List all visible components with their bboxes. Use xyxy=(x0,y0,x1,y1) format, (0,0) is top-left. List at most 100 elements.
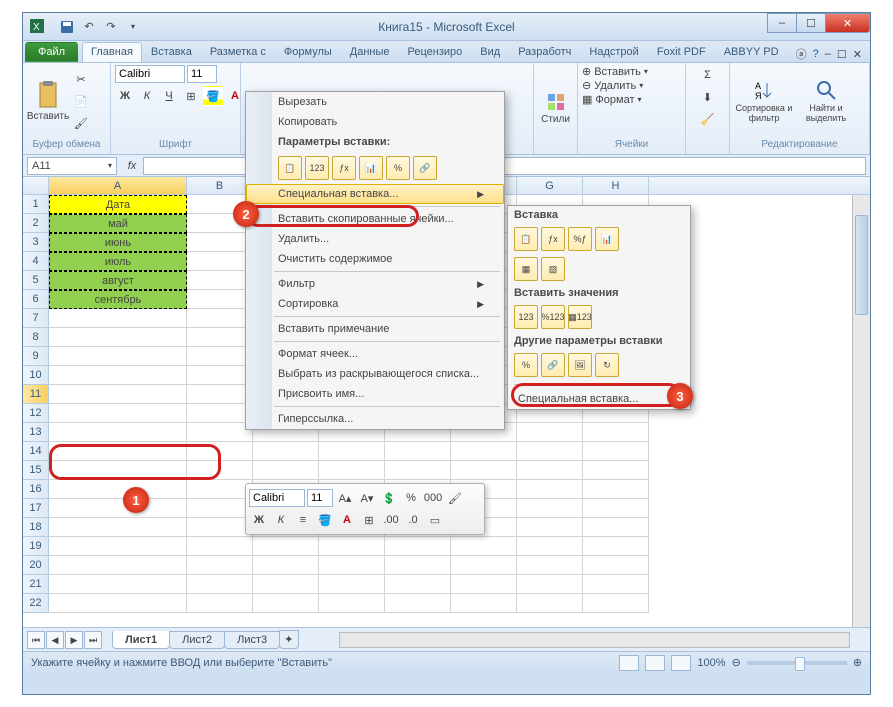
close-button[interactable]: ✕ xyxy=(825,13,870,33)
cell-B11[interactable] xyxy=(187,385,253,404)
paste-option-3[interactable]: 📊 xyxy=(359,156,383,180)
ctx-insert-copied[interactable]: Вставить скопированные ячейки... xyxy=(246,209,504,229)
cell-A8[interactable] xyxy=(49,328,187,347)
cell-C20[interactable] xyxy=(253,556,319,575)
ctx-insert-comment[interactable]: Вставить примечание xyxy=(246,319,504,339)
qat-dropdown-icon[interactable]: ▾ xyxy=(123,17,143,37)
fx-button[interactable]: fx xyxy=(121,160,143,172)
cell-B18[interactable] xyxy=(187,518,253,537)
row-header-13[interactable]: 13 xyxy=(23,423,49,442)
mini-format-painter[interactable]: 🖌 xyxy=(445,488,465,508)
font-size-select[interactable] xyxy=(187,65,217,83)
row-header-9[interactable]: 9 xyxy=(23,347,49,366)
ctx-clear[interactable]: Очистить содержимое xyxy=(246,249,504,269)
cell-G17[interactable] xyxy=(517,499,583,518)
row-header-14[interactable]: 14 xyxy=(23,442,49,461)
submenu-opt-g4-2[interactable]: 🖼 xyxy=(568,353,592,377)
tab-7[interactable]: Разработч xyxy=(509,42,580,62)
select-all-corner[interactable] xyxy=(23,177,49,194)
italic-button[interactable]: К xyxy=(137,86,157,106)
cell-B20[interactable] xyxy=(187,556,253,575)
doc-close-icon[interactable]: ✕ xyxy=(853,48,862,61)
cell-F20[interactable] xyxy=(451,556,517,575)
cell-G13[interactable] xyxy=(517,423,583,442)
cell-D20[interactable] xyxy=(319,556,385,575)
sheet-tab-1[interactable]: Лист2 xyxy=(169,631,225,649)
mini-font-color[interactable]: A xyxy=(337,510,357,530)
sheet-tab-2[interactable]: Лист3 xyxy=(224,631,280,649)
ctx-cut[interactable]: Вырезать xyxy=(246,92,504,112)
insert-cells-button[interactable]: Вставить xyxy=(594,66,641,78)
cell-D19[interactable] xyxy=(319,537,385,556)
ctx-define-name[interactable]: Присвоить имя... xyxy=(246,384,504,404)
font-name-select[interactable] xyxy=(115,65,185,83)
fill-color-button[interactable]: 🪣 xyxy=(203,86,223,106)
cell-B9[interactable] xyxy=(187,347,253,366)
mini-font-name[interactable] xyxy=(249,489,305,507)
row-header-8[interactable]: 8 xyxy=(23,328,49,347)
mini-bold[interactable]: Ж xyxy=(249,510,269,530)
new-sheet-button[interactable]: ✦ xyxy=(279,630,299,649)
cell-D21[interactable] xyxy=(319,575,385,594)
cell-H13[interactable] xyxy=(583,423,649,442)
mini-borders[interactable]: ⊞ xyxy=(359,510,379,530)
zoom-slider[interactable] xyxy=(747,661,847,665)
cut-icon[interactable]: ✂ xyxy=(71,69,91,89)
normal-view-button[interactable] xyxy=(619,655,639,671)
cell-H16[interactable] xyxy=(583,480,649,499)
doc-max-icon[interactable]: ☐ xyxy=(837,48,847,61)
ctx-pick-from-list[interactable]: Выбрать из раскрывающегося списка... xyxy=(246,364,504,384)
redo-icon[interactable]: ↷ xyxy=(101,17,121,37)
tab-9[interactable]: Foxit PDF xyxy=(648,42,715,62)
cell-C15[interactable] xyxy=(253,461,319,480)
cell-B3[interactable] xyxy=(187,233,253,252)
cell-G14[interactable] xyxy=(517,442,583,461)
ctx-delete[interactable]: Удалить... xyxy=(246,229,504,249)
page-layout-view-button[interactable] xyxy=(645,655,665,671)
border-button[interactable]: ⊞ xyxy=(181,86,201,106)
undo-icon[interactable]: ↶ xyxy=(79,17,99,37)
mini-shrink-font[interactable]: A▾ xyxy=(357,488,377,508)
cell-E15[interactable] xyxy=(385,461,451,480)
ctx-paste-special[interactable]: Специальная вставка...▶ xyxy=(246,184,504,204)
tab-6[interactable]: Вид xyxy=(471,42,509,62)
cell-G15[interactable] xyxy=(517,461,583,480)
cell-A3[interactable]: июнь xyxy=(49,233,187,252)
cell-B5[interactable] xyxy=(187,271,253,290)
paste-option-4[interactable]: % xyxy=(386,156,410,180)
mini-grow-font[interactable]: A▴ xyxy=(335,488,355,508)
page-break-view-button[interactable] xyxy=(671,655,691,671)
submenu-opt-g2-1[interactable]: ▧ xyxy=(541,257,565,281)
cell-B1[interactable] xyxy=(187,195,253,214)
row-header-2[interactable]: 2 xyxy=(23,214,49,233)
cell-G16[interactable] xyxy=(517,480,583,499)
cell-D14[interactable] xyxy=(319,442,385,461)
tab-8[interactable]: Надстрой xyxy=(580,42,647,62)
row-header-20[interactable]: 20 xyxy=(23,556,49,575)
sort-filter-button[interactable]: AЯСортировка и фильтр xyxy=(734,69,794,133)
cell-B7[interactable] xyxy=(187,309,253,328)
cell-G19[interactable] xyxy=(517,537,583,556)
submenu-opt-g3-0[interactable]: 123 xyxy=(514,305,538,329)
ctx-format-cells[interactable]: Формат ячеек... xyxy=(246,344,504,364)
submenu-opt-g4-1[interactable]: 🔗 xyxy=(541,353,565,377)
find-select-button[interactable]: Найти и выделить xyxy=(796,69,856,133)
cell-F14[interactable] xyxy=(451,442,517,461)
row-header-5[interactable]: 5 xyxy=(23,271,49,290)
submenu-opt-g4-3[interactable]: ↻ xyxy=(595,353,619,377)
help-icon[interactable]: ? xyxy=(813,48,819,60)
cell-C21[interactable] xyxy=(253,575,319,594)
cell-E20[interactable] xyxy=(385,556,451,575)
ctx-filter[interactable]: Фильтр▶ xyxy=(246,274,504,294)
cell-B8[interactable] xyxy=(187,328,253,347)
cell-B15[interactable] xyxy=(187,461,253,480)
tab-10[interactable]: ABBYY PD xyxy=(715,42,788,62)
paste-option-1[interactable]: 123 xyxy=(305,156,329,180)
zoom-out-button[interactable]: ⊖ xyxy=(732,656,741,669)
paste-option-2[interactable]: ƒx xyxy=(332,156,356,180)
submenu-opt-g2-0[interactable]: ▦ xyxy=(514,257,538,281)
cell-D15[interactable] xyxy=(319,461,385,480)
mini-comma-format[interactable]: 000 xyxy=(423,488,443,508)
row-header-6[interactable]: 6 xyxy=(23,290,49,309)
tab-3[interactable]: Формулы xyxy=(275,42,341,62)
